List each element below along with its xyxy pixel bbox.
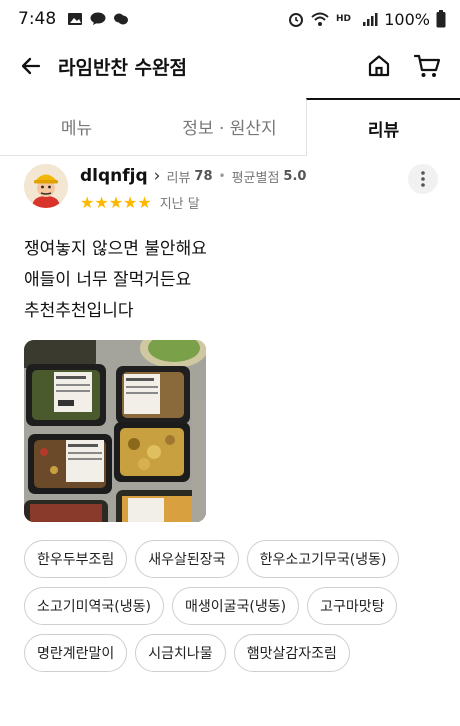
tab-bar: 메뉴 정보 · 원산지 리뷰 xyxy=(0,98,460,156)
review-date: 지난 달 xyxy=(159,196,200,212)
review-photo[interactable] xyxy=(24,340,206,522)
chat-icon xyxy=(114,13,129,25)
review-count: 78 xyxy=(194,168,213,184)
menu-tag[interactable]: 매생이굴국(냉동) xyxy=(171,587,300,625)
talk-icon xyxy=(90,12,106,25)
review-line: 추천추천입니다 xyxy=(24,301,134,321)
more-options-button[interactable] xyxy=(408,164,438,194)
wifi-icon xyxy=(311,12,329,26)
menu-tag[interactable]: 한우소고기무국(냉동) xyxy=(246,540,400,578)
food-containers-image xyxy=(24,340,206,522)
avg-rating: 5.0 xyxy=(283,168,307,184)
battery-percent: 100% xyxy=(384,9,430,29)
review-line: 쟁여놓지 않으면 불안해요 xyxy=(24,239,207,259)
signal-icon xyxy=(363,13,378,26)
review-line: 애들이 너무 잘먹거든요 xyxy=(24,270,192,290)
app-header: 라임반찬 수완점 xyxy=(0,38,460,94)
avatar-illustration xyxy=(24,164,68,208)
reviewer-name[interactable]: dlqnfjq xyxy=(80,166,148,186)
chevron-right-icon: › xyxy=(153,166,161,186)
cart-button[interactable] xyxy=(410,49,444,83)
review-header: dlqnfjq › 리뷰 78 • 평균별점 5.0 ★★★★★ 지난 달 xyxy=(0,156,460,220)
rating-stars: ★★★★★ xyxy=(80,192,152,212)
home-button[interactable] xyxy=(362,49,396,83)
review-body: 쟁여놓지 않으면 불안해요 애들이 너무 잘먹거든요 추천추천입니다 xyxy=(0,220,460,327)
avg-rating-label: 평균별점 xyxy=(231,170,280,186)
tab-info-origin[interactable]: 정보 · 원산지 xyxy=(153,98,306,156)
separator-dot: • xyxy=(218,169,226,183)
menu-tag[interactable]: 햄맛살감자조림 xyxy=(233,634,350,672)
tab-reviews[interactable]: 리뷰 xyxy=(306,98,460,156)
menu-tags: 한우두부조림 새우살된장국 한우소고기무국(냉동) 소고기미역국(냉동) 매생이… xyxy=(0,522,460,672)
alarm-icon xyxy=(289,13,304,27)
battery-icon xyxy=(436,10,446,28)
menu-tag[interactable]: 시금치나물 xyxy=(135,634,226,672)
cart-icon xyxy=(413,54,441,77)
kebab-icon xyxy=(421,171,425,187)
menu-tag[interactable]: 한우두부조림 xyxy=(24,540,128,578)
gallery-icon xyxy=(68,13,83,25)
tab-menu[interactable]: 메뉴 xyxy=(0,98,153,156)
back-button[interactable] xyxy=(16,51,46,81)
avatar[interactable] xyxy=(24,164,68,208)
menu-tag[interactable]: 소고기미역국(냉동) xyxy=(24,587,164,625)
review-card: dlqnfjq › 리뷰 78 • 평균별점 5.0 ★★★★★ 지난 달 쟁여… xyxy=(0,156,460,672)
menu-tag[interactable]: 명란계란말이 xyxy=(24,634,128,672)
status-time: 7:48 xyxy=(18,9,57,29)
home-icon xyxy=(368,55,390,77)
volte-icon: HD xyxy=(336,14,351,24)
status-bar: 7:48 HD 100% xyxy=(0,0,460,38)
svg-text:HD: HD xyxy=(336,14,351,24)
menu-tag[interactable]: 새우살된장국 xyxy=(135,540,239,578)
review-count-label: 리뷰 xyxy=(166,170,191,186)
menu-tag[interactable]: 고구마맛탕 xyxy=(307,587,398,625)
arrow-left-icon xyxy=(21,57,41,75)
store-title: 라임반찬 수완점 xyxy=(58,56,187,79)
